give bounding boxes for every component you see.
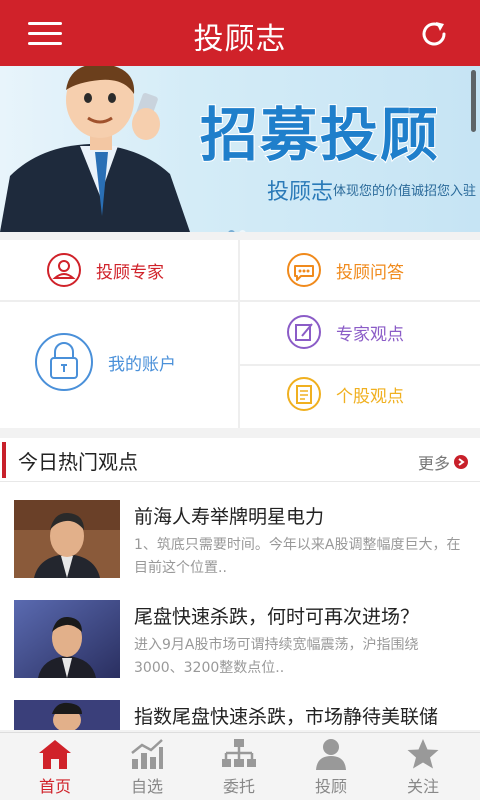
lock-icon — [35, 333, 93, 391]
grid-expert-views[interactable]: 专家观点 — [286, 314, 404, 350]
grid-qa[interactable]: 投顾问答 — [286, 252, 404, 288]
refresh-icon[interactable] — [418, 18, 450, 50]
grid-stock-views-label: 个股观点 — [336, 386, 404, 407]
article-thumbnail — [14, 600, 120, 678]
more-label: 更多 — [417, 454, 450, 473]
article-thumbnail — [14, 700, 120, 730]
star-icon — [407, 739, 439, 769]
grid-expert[interactable]: 投顾专家 — [46, 252, 164, 288]
article-thumbnail — [14, 500, 120, 578]
banner-slogan: 体现您的价值诚招您入驻 — [333, 184, 477, 199]
document-icon — [287, 377, 321, 411]
tab-follow[interactable]: 关注 — [375, 733, 471, 800]
article-title: 指数尾盘快速杀跌，市场静待美联储 — [134, 706, 439, 728]
article-summary: 1、筑底只需要时间。今年以来A股调整幅度巨大，在目前这个位置.. — [134, 537, 461, 576]
tab-watchlist[interactable]: 自选 — [99, 733, 195, 800]
banner-brand: 投顾志 — [267, 180, 334, 205]
feature-grid: 投顾专家 投顾问答 我的账户 专家观点 个股观点 — [0, 240, 480, 428]
article-title: 前海人寿举牌明星电力 — [134, 506, 325, 528]
home-icon — [39, 740, 71, 769]
person-icon — [316, 739, 346, 770]
bottom-tab-bar: 首页 自选 委托 投顾 关注 — [0, 732, 480, 800]
hierarchy-icon — [222, 739, 256, 767]
chat-icon — [287, 253, 321, 287]
banner-headline: 招募投顾 — [199, 100, 441, 170]
grid-stock-views[interactable]: 个股观点 — [286, 376, 404, 412]
article-item[interactable]: 尾盘快速杀跌，何时可再次进场？ 进入9月A股市场可谓持续宽幅震荡，沪指围绕300… — [0, 600, 480, 704]
article-summary: 进入9月A股市场可谓持续宽幅震荡，沪指围绕3000、3200整数点位.. — [134, 637, 419, 676]
edit-icon — [287, 315, 321, 349]
hot-viewpoints-section: 今日热门观点 更多 前海人寿举牌明星电力 1、筑底只需要时间。今年以来A股调整幅… — [0, 438, 480, 730]
tab-orders[interactable]: 委托 — [191, 733, 287, 800]
app-title: 投顾志 — [193, 22, 287, 57]
banner-scroll-indicator — [471, 70, 476, 132]
chevron-right-icon — [454, 455, 468, 469]
banner-pager-dots — [228, 222, 250, 232]
tab-advisor[interactable]: 投顾 — [283, 733, 379, 800]
app-header: 投顾志 — [0, 0, 480, 66]
section-title: 今日热门观点 — [18, 450, 138, 474]
grid-qa-label: 投顾问答 — [336, 262, 404, 283]
grid-expert-views-label: 专家观点 — [336, 324, 404, 345]
more-link[interactable]: 更多 — [418, 450, 468, 474]
article-item[interactable]: 指数尾盘快速杀跌，市场静待美联储 — [0, 700, 480, 730]
section-header: 今日热门观点 更多 — [0, 438, 480, 482]
tab-home[interactable]: 首页 — [7, 733, 103, 800]
grid-expert-label: 投顾专家 — [96, 262, 164, 283]
article-item[interactable]: 前海人寿举牌明星电力 1、筑底只需要时间。今年以来A股调整幅度巨大，在目前这个位… — [0, 500, 480, 604]
app-screen: 投顾志 招募投顾 投顾志 体现您的价值诚招您入驻 投顾专家 投顾问答 我的账户 … — [0, 0, 480, 800]
grid-account[interactable]: 我的账户 — [34, 332, 176, 392]
user-icon — [47, 253, 81, 287]
article-title: 尾盘快速杀跌，何时可再次进场？ — [134, 606, 420, 628]
grid-account-label: 我的账户 — [108, 354, 176, 375]
advisor-illustration — [0, 66, 190, 232]
recruit-banner[interactable]: 招募投顾 投顾志 体现您的价值诚招您入驻 — [0, 66, 480, 232]
chart-icon — [131, 739, 163, 769]
